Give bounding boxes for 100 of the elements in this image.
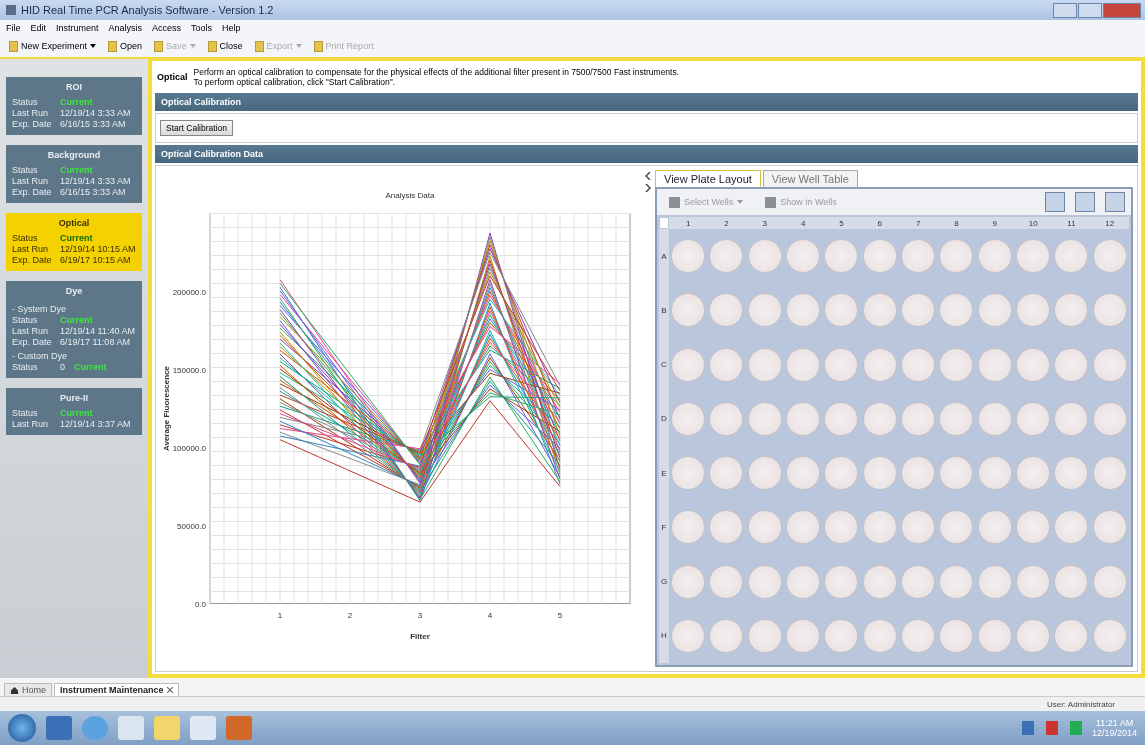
plate-well[interactable] [977, 293, 1012, 328]
plate-well[interactable] [1092, 239, 1127, 274]
plate-well[interactable] [786, 239, 821, 274]
plate-well[interactable] [671, 347, 706, 382]
column-header[interactable]: 9 [975, 217, 1014, 229]
plate-well[interactable] [939, 401, 974, 436]
row-header[interactable]: A [659, 229, 669, 284]
plate-well[interactable] [901, 293, 936, 328]
plate-well[interactable] [709, 618, 744, 653]
calibration-card[interactable]: Optical Status Current Last Run 12/19/14 10:15 AM Exp. Date 6/19/17 10:15 AM [6, 213, 142, 271]
plate-well[interactable] [1016, 456, 1051, 491]
plate-well[interactable] [939, 618, 974, 653]
plate-well[interactable] [671, 564, 706, 599]
plate-well[interactable] [1016, 401, 1051, 436]
menu-item[interactable]: Edit [30, 22, 47, 33]
plate-well[interactable] [1054, 456, 1089, 491]
start-calibration-button[interactable]: Start Calibration [160, 120, 233, 136]
plate-well[interactable] [1092, 293, 1127, 328]
column-header[interactable]: 10 [1014, 217, 1053, 229]
plate-well[interactable] [709, 456, 744, 491]
plate-well[interactable] [671, 293, 706, 328]
row-header[interactable]: F [659, 500, 669, 555]
close-icon[interactable] [166, 687, 173, 693]
plate-well[interactable] [747, 401, 782, 436]
plate-well[interactable] [977, 510, 1012, 545]
plate-well[interactable] [709, 401, 744, 436]
column-header[interactable]: 1 [669, 217, 708, 229]
column-header[interactable]: 7 [899, 217, 938, 229]
column-header[interactable]: 4 [784, 217, 823, 229]
plate-well[interactable] [1092, 456, 1127, 491]
plate-well[interactable] [1016, 293, 1051, 328]
toolbar-button[interactable]: New Experiment [6, 40, 100, 52]
plate-well[interactable] [1054, 347, 1089, 382]
plate-well[interactable] [824, 293, 859, 328]
plate-well[interactable] [1092, 510, 1127, 545]
plate-well[interactable] [862, 456, 897, 491]
plate-well[interactable] [786, 293, 821, 328]
minimize-button[interactable] [1053, 2, 1077, 18]
plate-well[interactable] [901, 618, 936, 653]
plate-well[interactable] [709, 239, 744, 274]
plate-well[interactable] [901, 239, 936, 274]
plate-well[interactable] [901, 510, 936, 545]
plate-well[interactable] [862, 401, 897, 436]
plate-well[interactable] [709, 293, 744, 328]
toolbar-button[interactable]: Open [105, 40, 146, 52]
plate-well[interactable] [977, 347, 1012, 382]
plate-well[interactable] [824, 618, 859, 653]
plate-well[interactable] [786, 347, 821, 382]
plate-well[interactable] [977, 239, 1012, 274]
calibration-card[interactable]: Background Status Current Last Run 12/19/14 3:33 AM Exp. Date 6/16/15 3:33 AM [6, 145, 142, 203]
plate-well[interactable] [862, 618, 897, 653]
plate-well[interactable] [709, 347, 744, 382]
column-header[interactable]: 2 [707, 217, 746, 229]
plate-well[interactable] [786, 401, 821, 436]
chevron-left-icon[interactable] [645, 172, 651, 180]
plate-well[interactable] [747, 293, 782, 328]
plate-well[interactable] [939, 239, 974, 274]
menu-item[interactable]: Analysis [108, 22, 143, 33]
plate-well[interactable] [1016, 510, 1051, 545]
plate-well[interactable] [977, 456, 1012, 491]
plate-well[interactable] [862, 293, 897, 328]
plate-well[interactable] [824, 564, 859, 599]
plate-well[interactable] [1054, 239, 1089, 274]
plate-well[interactable] [939, 510, 974, 545]
plate-well[interactable] [747, 347, 782, 382]
plate-well[interactable] [901, 564, 936, 599]
plate-well[interactable] [1092, 564, 1127, 599]
plate-well[interactable] [1054, 510, 1089, 545]
plate-well[interactable] [824, 347, 859, 382]
plate-well[interactable] [862, 347, 897, 382]
menu-item[interactable]: Instrument [56, 22, 99, 33]
document-tab[interactable]: Instrument Maintenance [54, 683, 179, 696]
calibration-card[interactable]: ROI Status Current Last Run 12/19/14 3:33 AM Exp. Date 6/16/15 3:33 AM [6, 77, 142, 135]
plate-well[interactable] [824, 510, 859, 545]
calibration-card[interactable]: Pure-II Status Current Last Run 12/19/14 3:37 AM [6, 388, 142, 435]
plate-well[interactable] [901, 401, 936, 436]
plate-well[interactable] [671, 510, 706, 545]
plate-well[interactable] [1092, 618, 1127, 653]
row-header[interactable]: D [659, 391, 669, 446]
plate-well[interactable] [709, 510, 744, 545]
plate-well[interactable] [671, 239, 706, 274]
plate-well[interactable] [1092, 347, 1127, 382]
start-button[interactable] [8, 714, 36, 742]
column-header[interactable]: 3 [745, 217, 784, 229]
plate-well[interactable] [671, 456, 706, 491]
row-header[interactable]: H [659, 608, 669, 663]
row-header[interactable]: B [659, 283, 669, 338]
plate-well[interactable] [862, 239, 897, 274]
column-header[interactable]: 5 [822, 217, 861, 229]
menu-item[interactable]: Help [222, 22, 241, 33]
plate-well[interactable] [824, 239, 859, 274]
document-tab[interactable]: Home [4, 683, 52, 696]
plate-well[interactable] [1054, 401, 1089, 436]
row-header[interactable]: C [659, 337, 669, 392]
plate-well[interactable] [747, 618, 782, 653]
plate-well[interactable] [1016, 618, 1051, 653]
plate-well[interactable] [901, 347, 936, 382]
chevron-right-icon[interactable] [645, 184, 651, 192]
plate-well[interactable] [939, 564, 974, 599]
plate-well[interactable] [1016, 347, 1051, 382]
